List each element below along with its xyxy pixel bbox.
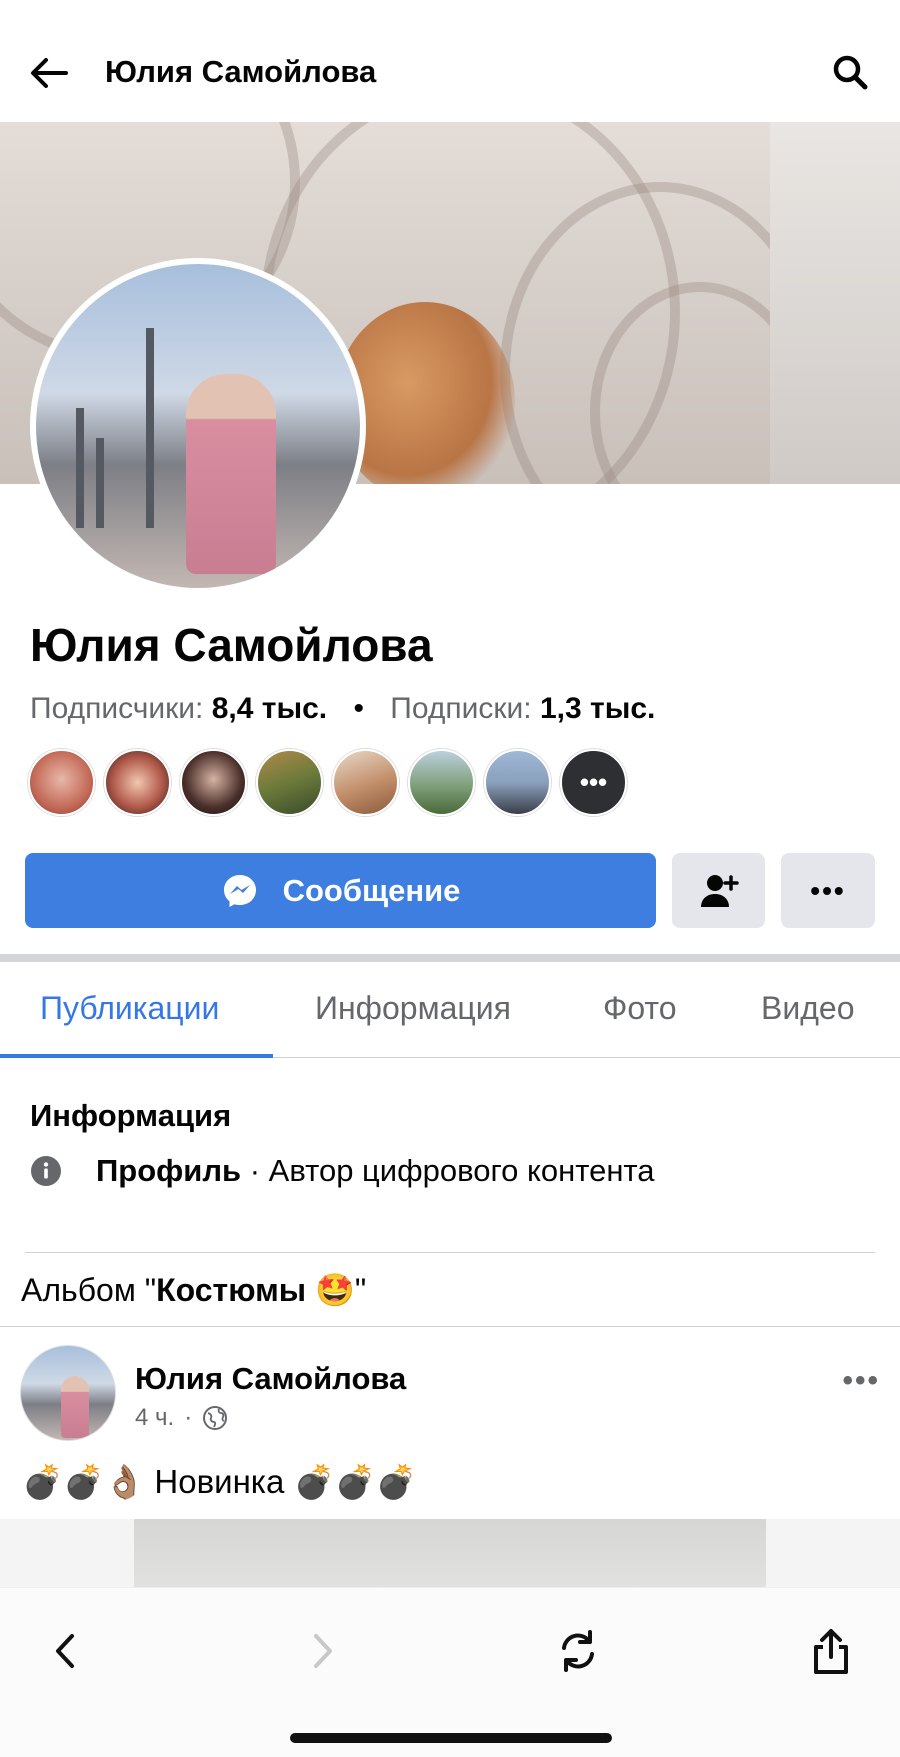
following-count[interactable]: 1,3 тыс. [540,692,655,725]
friends-row: ••• [28,749,627,817]
post-meta-dot: · [184,1404,193,1431]
search-icon[interactable] [830,52,870,92]
follow-stats: Подписчики: 8,4 тыс. • Подписки: 1,3 тыс… [30,692,655,726]
browser-toolbar [0,1587,900,1757]
friend-avatar[interactable] [484,749,551,816]
post-time[interactable]: 4 ч. [135,1404,174,1432]
friend-avatar[interactable] [408,749,475,816]
profile-tabs: Публикации Информация Фото Видео [0,962,900,1058]
following-label: Подписки: [390,692,532,725]
tab-posts[interactable]: Публикации [40,990,219,1027]
friend-avatar[interactable] [104,749,171,816]
album-prefix: Альбом " [21,1272,157,1308]
info-profile-row: Профиль · Автор цифрового контента [30,1153,655,1189]
home-indicator [290,1733,612,1743]
post-meta: 4 ч. · [135,1404,228,1432]
profile-name: Юлия Самойлова [30,619,433,671]
page-title: Юлия Самойлова [105,54,377,89]
chevron-left-icon[interactable] [40,1626,90,1676]
album-emoji: 🤩 [314,1272,355,1308]
top-bar: Юлия Самойлова [0,0,900,122]
divider [0,1326,900,1327]
tab-videos[interactable]: Видео [761,990,854,1027]
reload-icon[interactable] [553,1626,603,1676]
share-icon[interactable] [806,1626,856,1676]
add-friend-icon [700,874,739,907]
followers-count[interactable]: 8,4 тыс. [212,692,327,725]
album-title[interactable]: Альбом "Костюмы 🤩" [21,1271,366,1309]
active-tab-indicator [0,1054,273,1058]
album-name: Костюмы [156,1272,307,1308]
stats-separator: • [353,692,364,725]
post-text: 💣💣👌🏽 Новинка 💣💣💣 [22,1463,417,1500]
info-title: Информация [30,1098,232,1133]
album-suffix: " [354,1272,367,1308]
friend-avatar[interactable] [180,749,247,816]
globe-icon [203,1406,228,1430]
profile-category: · Автор цифрового контента [241,1153,655,1188]
profile-type: Профиль [96,1153,242,1188]
post-author-name[interactable]: Юлия Самойлова [135,1361,406,1397]
section-divider [0,954,900,962]
post-image[interactable] [0,1519,900,1587]
post-author-avatar[interactable] [20,1345,116,1441]
friend-avatar[interactable] [332,749,399,816]
tab-photos[interactable]: Фото [603,990,677,1027]
arrow-left-icon[interactable] [26,50,72,96]
post-options-button[interactable]: ••• [842,1364,880,1398]
message-button[interactable]: Сообщение [25,853,656,928]
add-friend-button[interactable] [672,853,765,928]
message-label: Сообщение [282,872,461,908]
friends-more-button[interactable]: ••• [560,749,627,816]
info-icon [31,1156,61,1186]
messenger-icon [223,874,256,907]
tab-info[interactable]: Информация [315,990,511,1027]
profile-avatar[interactable] [30,258,366,594]
followers-label: Подписчики: [30,692,204,725]
friend-avatar[interactable] [256,749,323,816]
chevron-right-icon[interactable] [298,1626,348,1676]
more-actions-button[interactable]: ••• [781,853,875,928]
friend-avatar[interactable] [28,749,95,816]
divider [25,1252,875,1253]
